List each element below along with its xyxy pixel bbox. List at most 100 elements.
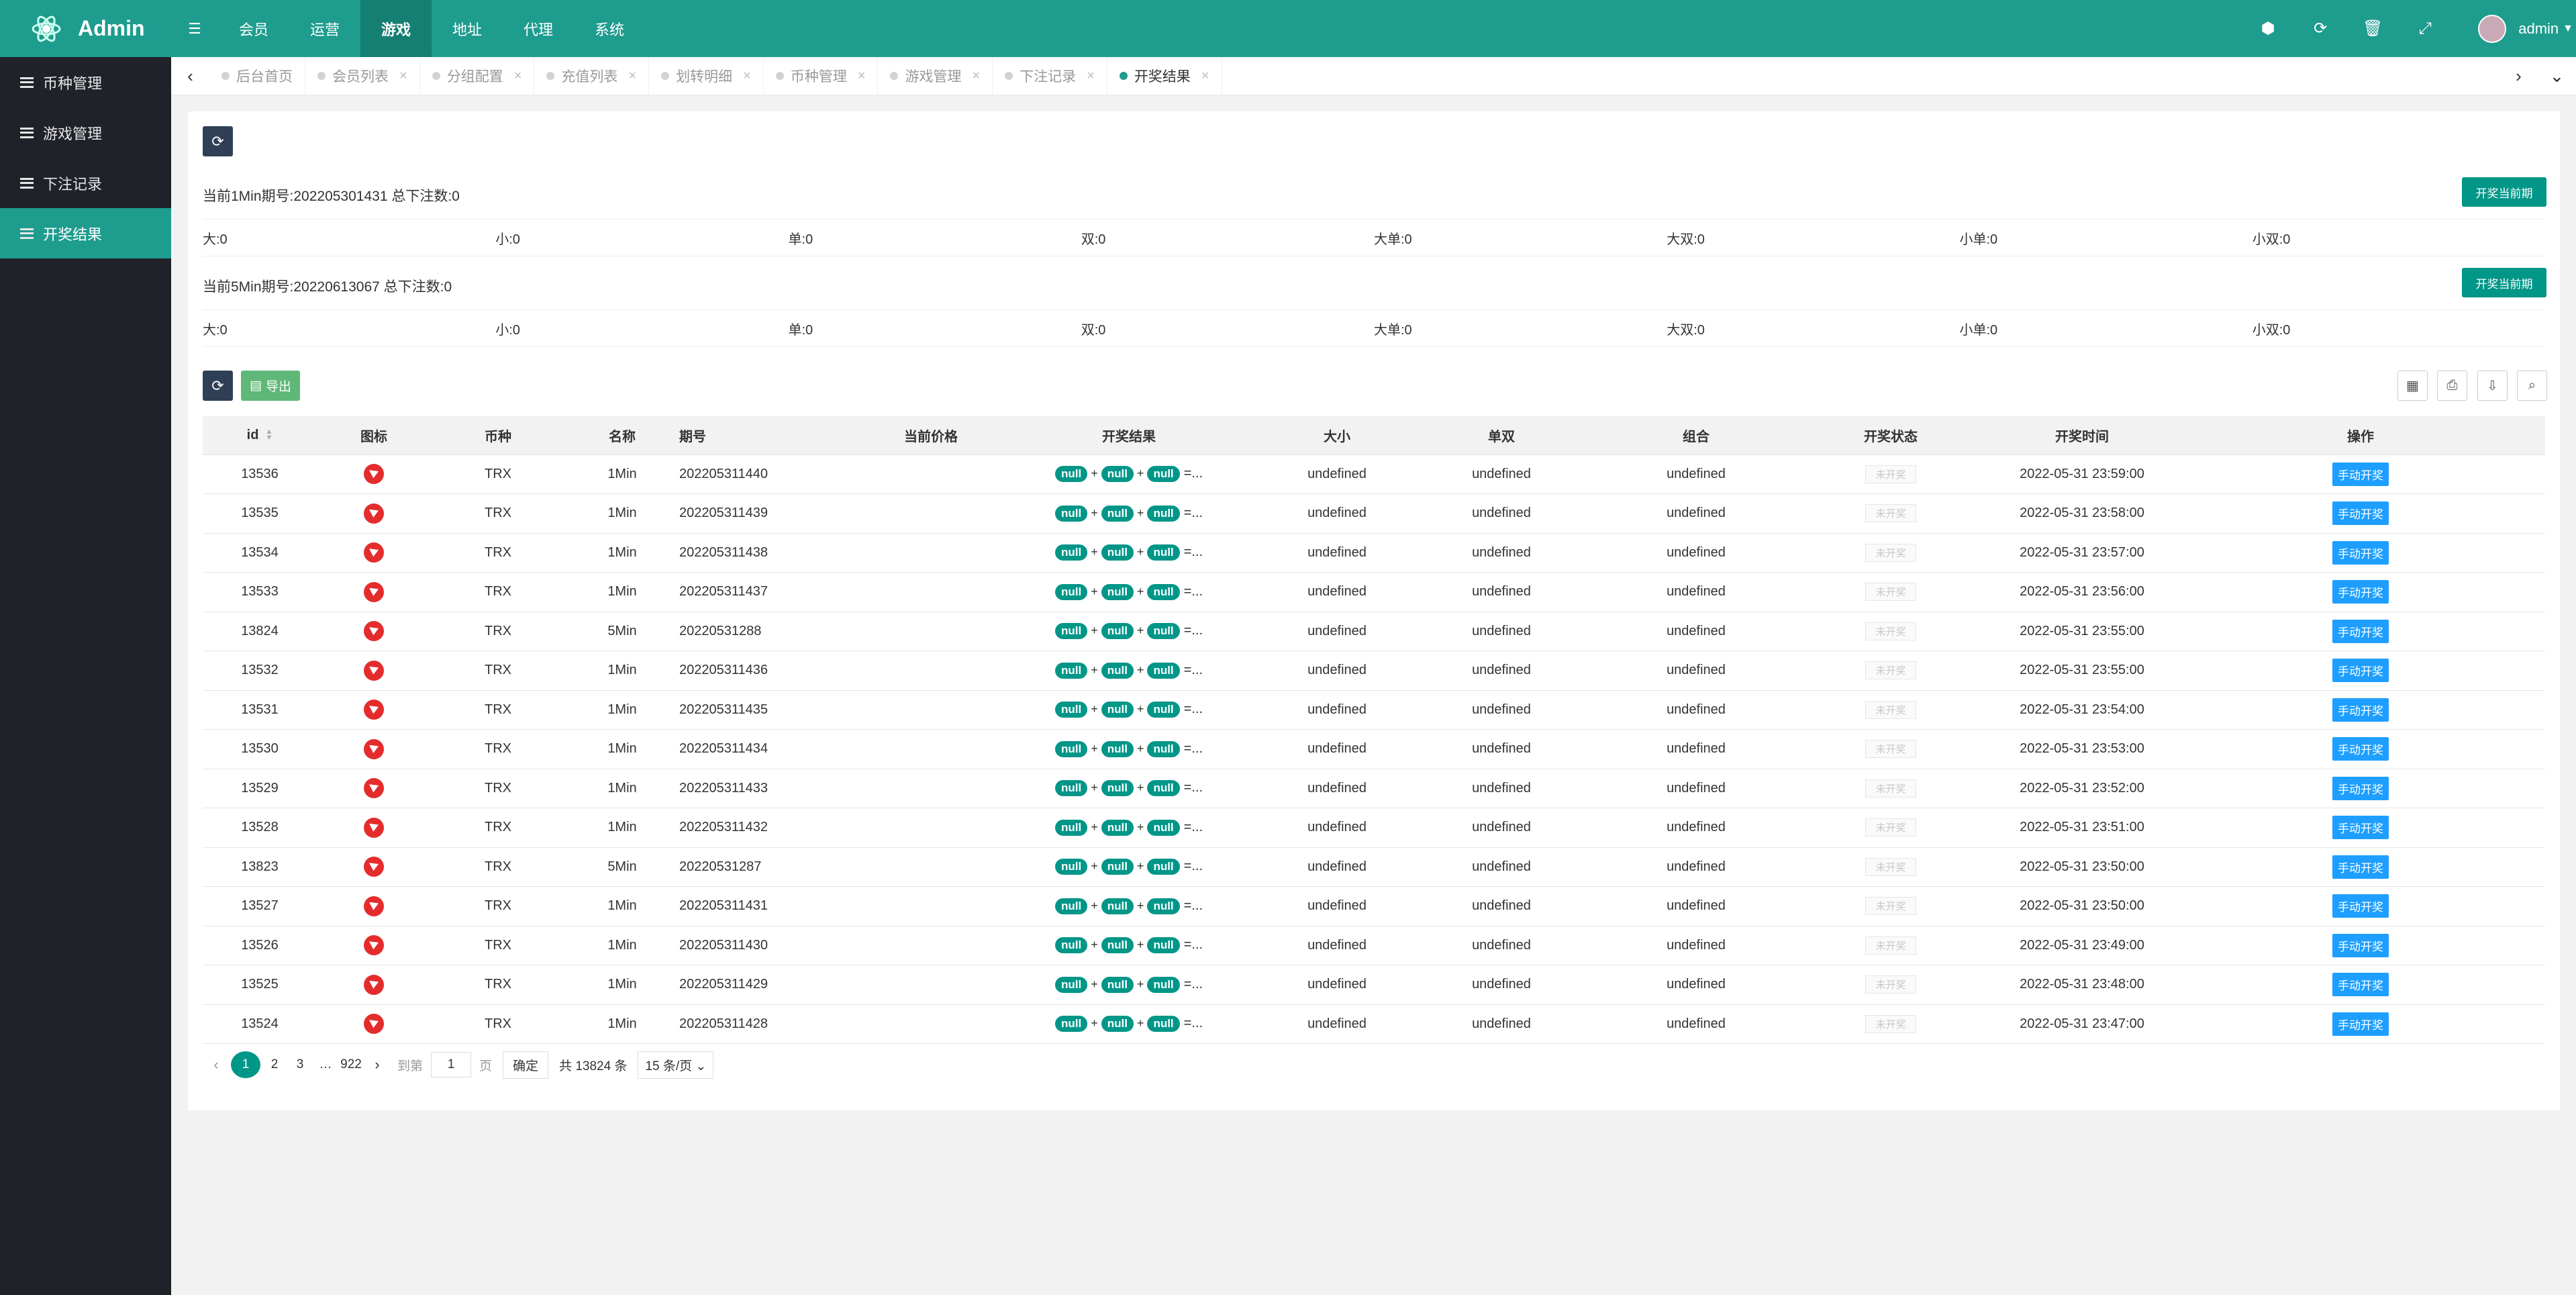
sidebar-item-bets[interactable]: 下注记录: [0, 158, 171, 208]
cell-time: 2022-05-31 23:56:00: [1988, 572, 2176, 612]
columns-icon[interactable]: ▦: [2397, 371, 2428, 401]
tab-home[interactable]: 后台首页: [209, 56, 305, 95]
tab-members[interactable]: 会员列表 ×: [305, 56, 420, 95]
status-badge: 未开奖: [1865, 818, 1916, 837]
close-icon[interactable]: ×: [399, 68, 407, 84]
chevron-left-icon[interactable]: ‹: [171, 57, 209, 95]
cell-parity: undefined: [1404, 769, 1599, 808]
close-icon[interactable]: ×: [514, 68, 522, 84]
manual-draw-button[interactable]: 手动开奖: [2332, 737, 2389, 761]
col-id[interactable]: id ▲ ▼: [203, 416, 317, 455]
page-jump-input[interactable]: 1: [431, 1052, 472, 1077]
result-tail: =...: [1183, 466, 1203, 481]
print-icon[interactable]: ⎙: [2437, 371, 2467, 401]
tab-transfer[interactable]: 划转明细 ×: [649, 56, 764, 95]
draw-5min-button[interactable]: 开奖当前期: [2462, 268, 2546, 297]
col-name: 名称: [565, 416, 679, 455]
tab-groups[interactable]: 分组配置 ×: [420, 56, 535, 95]
manual-draw-button[interactable]: 手动开奖: [2332, 933, 2389, 957]
close-icon[interactable]: ×: [628, 68, 636, 84]
close-icon[interactable]: ×: [972, 68, 980, 84]
tab-recharge[interactable]: 充值列表 ×: [534, 56, 650, 95]
table-refresh-button[interactable]: ⟳: [203, 371, 233, 401]
sidebar-item-currency[interactable]: 币种管理: [0, 57, 171, 107]
cell-price: [874, 493, 988, 534]
manual-draw-button[interactable]: 手动开奖: [2332, 816, 2389, 840]
next-page-icon[interactable]: ›: [364, 1056, 391, 1073]
close-icon[interactable]: ×: [1087, 68, 1095, 84]
tab-currency[interactable]: 币种管理 ×: [764, 56, 879, 95]
sort-icon[interactable]: ▲ ▼: [265, 428, 273, 442]
refresh-icon[interactable]: ⟳: [2294, 0, 2346, 57]
prev-page-icon[interactable]: ‹: [203, 1056, 230, 1073]
nav-members[interactable]: 会员: [218, 0, 289, 57]
cell-name: 1Min: [565, 729, 679, 769]
manual-draw-button[interactable]: 手动开奖: [2332, 894, 2389, 918]
draw-1min-button[interactable]: 开奖当前期: [2462, 177, 2546, 207]
manual-draw-button[interactable]: 手动开奖: [2332, 659, 2389, 683]
sidebar-item-label: 币种管理: [43, 75, 103, 92]
cell-coin: TRX: [431, 690, 565, 730]
trash-icon[interactable]: 🗑: [2346, 0, 2399, 57]
manual-draw-button[interactable]: 手动开奖: [2332, 776, 2389, 800]
export-table-icon[interactable]: ⇩: [2477, 371, 2508, 401]
page-1[interactable]: 1: [231, 1051, 260, 1078]
close-icon[interactable]: ×: [858, 68, 866, 84]
avatar[interactable]: [2478, 14, 2507, 43]
refresh-button[interactable]: ⟳: [203, 126, 233, 156]
cell-combo: undefined: [1599, 847, 1793, 887]
nav-games[interactable]: 游戏: [360, 0, 432, 57]
tab-games[interactable]: 游戏管理 ×: [878, 56, 993, 95]
result-pill: null: [1054, 780, 1088, 797]
cell-id: 13536: [203, 454, 317, 494]
nav-operations[interactable]: 运营: [289, 0, 360, 57]
manual-draw-button[interactable]: 手动开奖: [2332, 501, 2389, 526]
menu-toggle-icon[interactable]: ☰: [171, 0, 218, 57]
chevron-right-icon[interactable]: ›: [2499, 57, 2538, 95]
chevron-down-icon[interactable]: ▼: [2563, 23, 2573, 35]
manual-draw-button[interactable]: 手动开奖: [2332, 698, 2389, 722]
cell-icon: [317, 886, 431, 926]
manual-draw-button[interactable]: 手动开奖: [2332, 580, 2389, 604]
close-icon[interactable]: ×: [1201, 68, 1209, 84]
chevron-down-icon[interactable]: ⌄: [2538, 57, 2576, 95]
cell-time: 2022-05-31 23:51:00: [1988, 808, 2176, 848]
manual-draw-button[interactable]: 手动开奖: [2332, 540, 2389, 565]
user-name[interactable]: admin: [2518, 20, 2559, 38]
manual-draw-button[interactable]: 手动开奖: [2332, 973, 2389, 997]
manual-draw-button[interactable]: 手动开奖: [2332, 855, 2389, 879]
col-action: 操作: [2176, 416, 2545, 455]
logo[interactable]: Admin: [0, 0, 171, 57]
page-size-select[interactable]: 15 条/页 ⌄: [638, 1051, 714, 1079]
tab-results[interactable]: 开奖结果 ×: [1107, 56, 1222, 95]
tron-icon: [364, 974, 384, 995]
result-pill: null: [1101, 898, 1134, 914]
cell-name: 1Min: [565, 533, 679, 573]
bet-small-even: 小双:0: [2252, 232, 2291, 247]
tab-bets[interactable]: 下注记录 ×: [993, 56, 1107, 95]
manual-draw-button[interactable]: 手动开奖: [2332, 1012, 2389, 1036]
theme-icon[interactable]: ⬢: [2242, 0, 2294, 57]
sidebar-item-games[interactable]: 游戏管理: [0, 107, 171, 158]
cell-status: 未开奖: [1793, 533, 1988, 573]
nav-agents[interactable]: 代理: [503, 0, 574, 57]
confirm-page-button[interactable]: 确定: [503, 1051, 549, 1079]
tron-icon: [364, 778, 384, 799]
sidebar-item-results[interactable]: 开奖结果: [0, 208, 171, 258]
cell-status: 未开奖: [1793, 572, 1988, 612]
page-3[interactable]: 3: [289, 1052, 311, 1077]
page-last[interactable]: 922: [340, 1052, 362, 1077]
nav-address[interactable]: 地址: [432, 0, 503, 57]
close-icon[interactable]: ×: [743, 68, 751, 84]
page-2[interactable]: 2: [263, 1052, 286, 1077]
cell-issue: 20220531288: [679, 612, 874, 651]
cell-action: 手动开奖: [2176, 729, 2545, 769]
fullscreen-icon[interactable]: ⤢: [2399, 0, 2451, 57]
manual-draw-button[interactable]: 手动开奖: [2332, 462, 2389, 486]
export-button[interactable]: ▤ 导出: [241, 371, 300, 401]
manual-draw-button[interactable]: 手动开奖: [2332, 619, 2389, 643]
tab-label: 划转明细: [676, 69, 733, 85]
cell-status: 未开奖: [1793, 926, 1988, 965]
search-icon[interactable]: ⌕: [2517, 371, 2547, 401]
nav-system[interactable]: 系统: [574, 0, 645, 57]
